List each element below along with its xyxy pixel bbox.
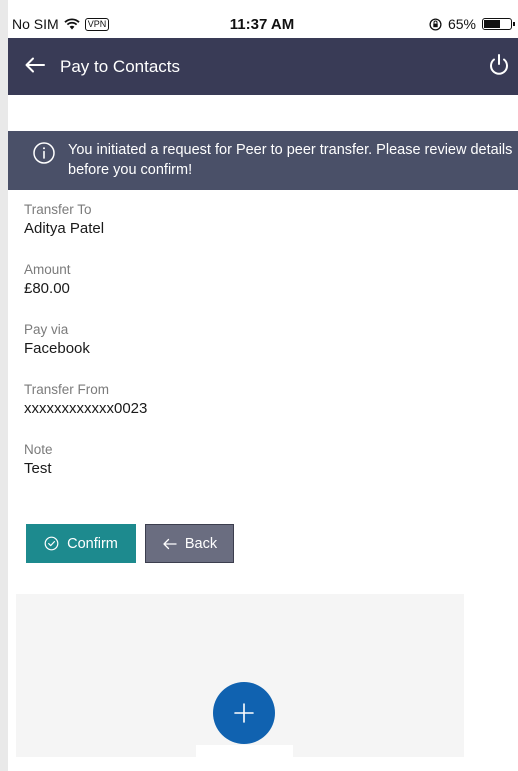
field-label: Amount	[24, 262, 71, 277]
left-frame-edge	[0, 0, 8, 771]
back-button[interactable]: Back	[145, 524, 234, 563]
field-value: xxxxxxxxxxxx0023	[24, 400, 148, 417]
battery-icon	[482, 18, 515, 30]
status-bar: No SIM VPN 11:37 AM 65%	[8, 14, 516, 36]
back-label: Back	[184, 535, 218, 552]
status-right: 65%	[429, 16, 515, 32]
field-label: Pay via	[24, 322, 69, 337]
battery-level-fill	[484, 20, 500, 28]
field-label: Transfer From	[24, 382, 110, 397]
arrow-left-icon[interactable]	[22, 52, 48, 78]
field-label: Transfer To	[24, 202, 92, 217]
check-circle-icon	[44, 536, 59, 551]
field-transfer-from: Transfer From xxxxxxxxxxxx0023	[24, 381, 147, 418]
field-value: Facebook	[24, 340, 90, 357]
field-value: Test	[24, 460, 52, 477]
field-pay-via: Pay via Facebook	[24, 321, 90, 358]
page-title: Pay to Contacts	[60, 57, 181, 76]
plus-icon	[234, 703, 254, 723]
bottom-tab-notch	[196, 745, 293, 757]
field-value: Aditya Patel	[24, 220, 105, 237]
power-icon[interactable]	[486, 52, 512, 78]
arrow-left-icon	[163, 538, 177, 549]
info-banner: You initiated a request for Peer to peer…	[8, 131, 518, 190]
battery-percent: 65%	[447, 16, 476, 32]
confirm-button[interactable]: Confirm	[26, 524, 136, 563]
field-amount: Amount £80.00	[24, 261, 71, 298]
field-transfer-to: Transfer To Aditya Patel	[24, 201, 104, 238]
orientation-lock-icon	[429, 17, 442, 31]
info-icon	[33, 142, 55, 164]
app-bar: Pay to Contacts	[8, 38, 518, 95]
confirm-label: Confirm	[67, 535, 118, 552]
field-value: £80.00	[24, 280, 70, 297]
info-message: You initiated a request for Peer to peer…	[68, 142, 513, 178]
field-label: Note	[24, 442, 53, 457]
field-note: Note Test	[24, 441, 53, 478]
add-fab-button[interactable]	[213, 682, 275, 744]
